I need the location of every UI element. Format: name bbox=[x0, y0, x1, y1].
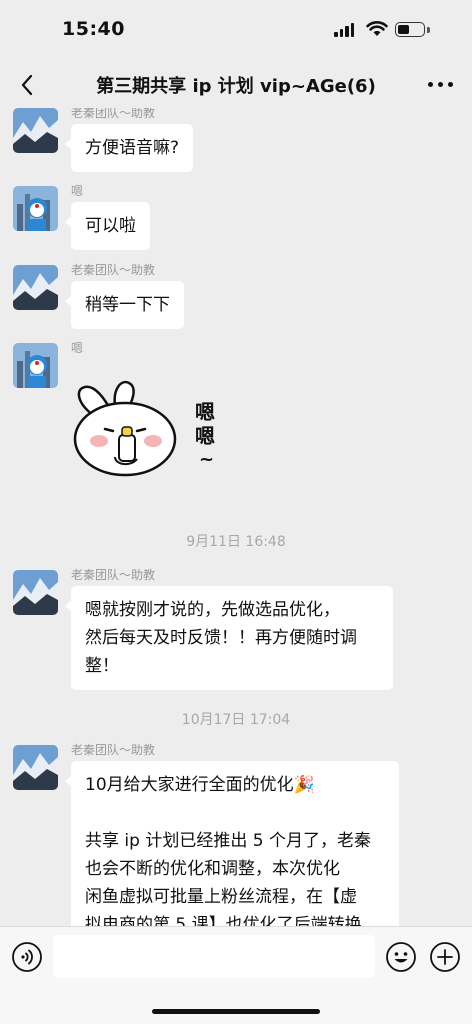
sender-name: 嗯 bbox=[71, 184, 84, 198]
chat-area[interactable]: 老秦团队～助教 方便语音嘛? 嗯 可以啦 老秦团队～助教 稍等一下下 嗯 嗯 嗯… bbox=[0, 108, 472, 926]
sender-name: 嗯 bbox=[71, 341, 84, 355]
status-time: 15:40 bbox=[62, 18, 125, 40]
message-input[interactable] bbox=[53, 935, 375, 978]
timestamp: 9月11日 16:48 bbox=[186, 534, 286, 550]
nav-bar: 第三期共享 ip 计划 vip~AGe(6) bbox=[0, 62, 472, 108]
svg-text:嗯: 嗯 bbox=[195, 424, 215, 448]
sticker-image[interactable]: 嗯 嗯 ~ bbox=[71, 373, 231, 483]
timestamp: 10月17日 17:04 bbox=[181, 712, 291, 728]
emoji-icon[interactable] bbox=[385, 941, 417, 973]
message-bubble[interactable]: 嗯就按刚才说的，先做选品优化， 然后每天及时反馈！！再方便随时调 整！ bbox=[65, 586, 393, 690]
wifi-icon bbox=[366, 21, 388, 36]
message-bubble[interactable]: 稍等一下下 bbox=[65, 281, 184, 329]
sender-name: 老秦团队～助教 bbox=[71, 568, 156, 582]
chevron-left-icon[interactable] bbox=[14, 70, 44, 100]
avatar[interactable] bbox=[13, 570, 58, 615]
svg-text:~: ~ bbox=[199, 449, 214, 470]
avatar[interactable] bbox=[13, 108, 58, 153]
sender-name: 老秦团队～助教 bbox=[71, 263, 156, 277]
message-bubble[interactable]: 10月给大家进行全面的优化🎉 共享 ip 计划已经推出 5 个月了，老秦 也会不… bbox=[65, 761, 399, 926]
message-bubble[interactable]: 方便语音嘛? bbox=[64, 124, 194, 172]
battery-icon bbox=[395, 22, 425, 37]
avatar[interactable] bbox=[13, 343, 58, 388]
avatar[interactable] bbox=[13, 745, 58, 790]
chat-title: 第三期共享 ip 计划 vip~AGe(6) bbox=[96, 76, 376, 97]
home-indicator[interactable] bbox=[152, 1009, 320, 1014]
avatar[interactable] bbox=[13, 265, 58, 310]
cellular-signal-icon bbox=[334, 23, 354, 37]
battery-cap bbox=[427, 27, 430, 33]
more-dots-icon[interactable] bbox=[428, 82, 453, 87]
message-bubble[interactable]: 可以啦 bbox=[65, 202, 150, 250]
sender-name: 老秦团队～助教 bbox=[71, 743, 156, 757]
avatar[interactable] bbox=[13, 186, 58, 231]
sender-name: 老秦团队～助教 bbox=[71, 108, 156, 120]
sticker-text: 嗯 bbox=[195, 400, 215, 424]
plus-icon[interactable] bbox=[429, 941, 461, 973]
voice-icon[interactable] bbox=[11, 941, 43, 973]
status-bar: 15:40 bbox=[0, 0, 472, 62]
